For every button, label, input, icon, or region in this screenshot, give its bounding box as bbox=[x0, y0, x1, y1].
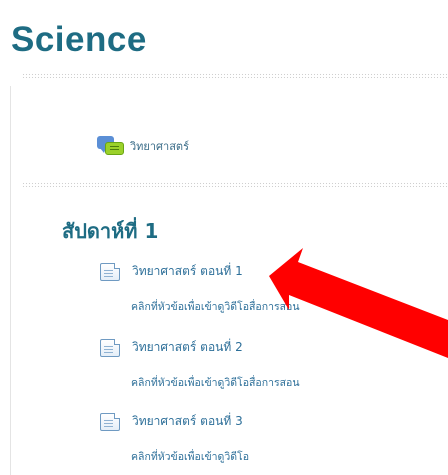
list-item: วิทยาศาสตร์ ตอนที่ 3 คลิกที่หัวข้อเพื่อเ… bbox=[100, 412, 249, 465]
page-link-1[interactable]: วิทยาศาสตร์ ตอนที่ 1 bbox=[100, 262, 300, 281]
week-title: สัปดาห์ที่ 1 bbox=[62, 219, 159, 243]
page-description: คลิกที่หัวข้อเพื่อเข้าดูวิดีโอ bbox=[131, 451, 249, 463]
forum-link[interactable]: วิทยาศาสตร์ bbox=[96, 135, 189, 157]
course-title: Science bbox=[11, 20, 147, 59]
forum-icon bbox=[96, 135, 126, 157]
page-icon bbox=[100, 338, 120, 357]
page-description: คลิกที่หัวข้อเพื่อเข้าดูวิดีโอสื่อการสอน bbox=[131, 301, 300, 313]
page-description: คลิกที่หัวข้อเพื่อเข้าดูวิดีโอสื่อการสอน bbox=[131, 377, 300, 389]
page-title: วิทยาศาสตร์ ตอนที่ 1 bbox=[132, 264, 243, 278]
list-item: วิทยาศาสตร์ ตอนที่ 1 คลิกที่หัวข้อเพื่อเ… bbox=[100, 262, 300, 315]
section-divider bbox=[22, 182, 448, 187]
section-border bbox=[10, 86, 11, 475]
forum-label: วิทยาศาสตร์ bbox=[130, 140, 189, 153]
list-item: วิทยาศาสตร์ ตอนที่ 2 คลิกที่หัวข้อเพื่อเ… bbox=[100, 338, 300, 391]
page-icon bbox=[100, 262, 120, 281]
section-divider bbox=[22, 73, 448, 78]
page-link-3[interactable]: วิทยาศาสตร์ ตอนที่ 3 bbox=[100, 412, 249, 431]
page-title: วิทยาศาสตร์ ตอนที่ 3 bbox=[132, 414, 243, 428]
page-icon bbox=[100, 412, 120, 431]
page-link-2[interactable]: วิทยาศาสตร์ ตอนที่ 2 bbox=[100, 338, 300, 357]
page-title: วิทยาศาสตร์ ตอนที่ 2 bbox=[132, 340, 243, 354]
